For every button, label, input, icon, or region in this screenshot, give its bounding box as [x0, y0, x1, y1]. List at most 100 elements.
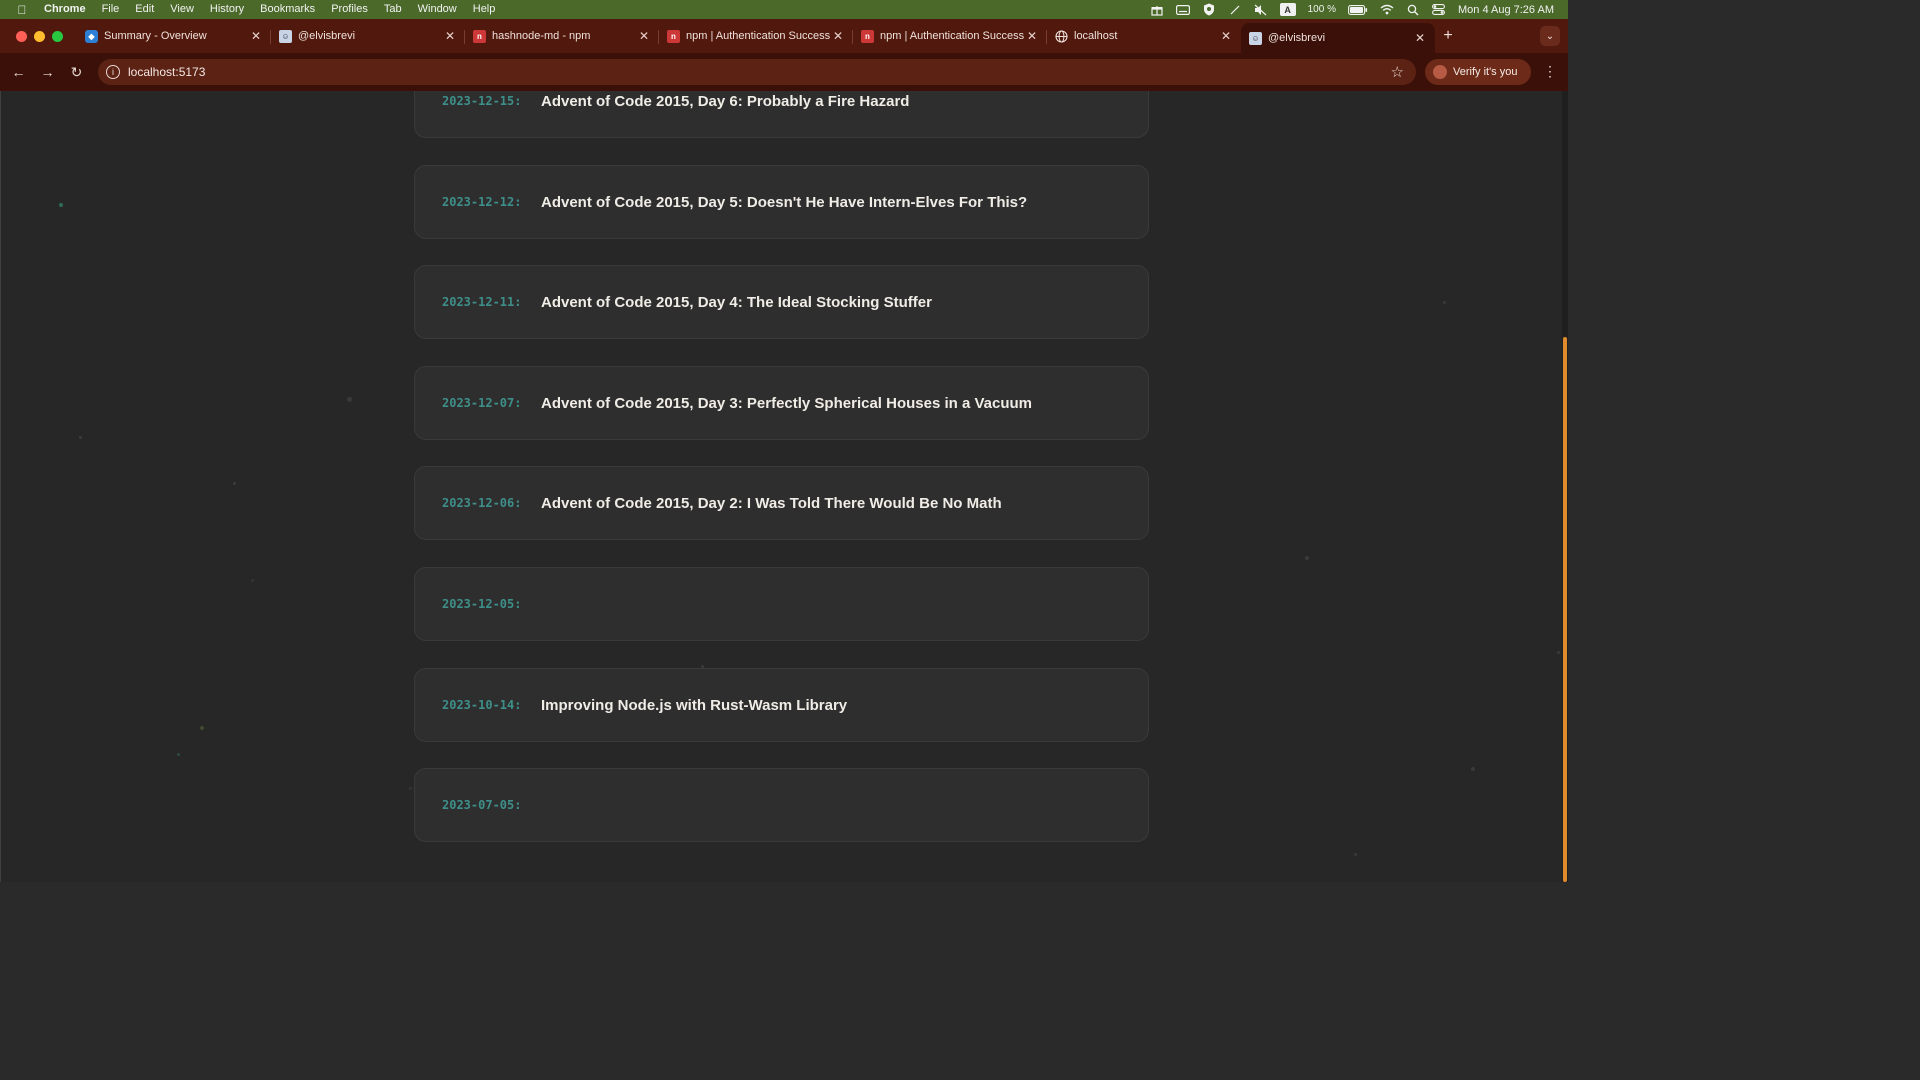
close-tab-icon[interactable]: ✕ — [443, 29, 457, 43]
post-title[interactable]: Advent of Code 2015, Day 2: I Was Told T… — [541, 495, 1002, 512]
menu-app-name[interactable]: Chrome — [44, 0, 94, 19]
particle-dot — [347, 397, 352, 402]
post-card[interactable]: 2023-12-12: Advent of Code 2015, Day 5: … — [414, 165, 1149, 239]
npm-icon: n — [861, 29, 874, 43]
close-tab-icon[interactable]: ✕ — [1219, 29, 1233, 43]
input-source-icon[interactable]: A — [1279, 3, 1296, 16]
tab-search-chevron-icon[interactable]: ⌄ — [1540, 26, 1560, 46]
macos-menubar:  Chrome File Edit View History Bookmark… — [0, 0, 1568, 19]
tabs: ◆ Summary - Overview ✕ ☺ @elvisbrevi ✕ n… — [77, 19, 1461, 53]
post-title[interactable]: Advent of Code 2015, Day 4: The Ideal St… — [541, 294, 932, 311]
particle-dot — [59, 203, 63, 207]
globe-icon — [1055, 29, 1068, 43]
post-card[interactable]: 2023-12-07: Advent of Code 2015, Day 3: … — [414, 366, 1149, 440]
reload-icon[interactable]: ↻ — [62, 64, 91, 81]
post-date: 2023-12-06: — [442, 496, 522, 510]
post-title[interactable]: Advent of Code 2015, Day 6: Probably a F… — [541, 93, 909, 110]
npm-icon: n — [473, 29, 486, 43]
menu-view[interactable]: View — [162, 0, 202, 19]
menu-bookmarks[interactable]: Bookmarks — [252, 0, 323, 19]
post-title[interactable]: Advent of Code 2015, Day 3: Perfectly Sp… — [541, 395, 1032, 412]
tab-elvisbrevi[interactable]: ☺ @elvisbrevi ✕ — [271, 22, 465, 50]
tab-title: Summary - Overview — [104, 30, 207, 42]
menu-file[interactable]: File — [94, 0, 128, 19]
spotlight-search-icon[interactable] — [1406, 4, 1420, 16]
tab-npm-auth-success-2[interactable]: n npm | Authentication Success ✕ — [853, 22, 1047, 50]
close-window-button[interactable] — [16, 30, 27, 42]
particle-dot — [251, 579, 254, 582]
particle-dot — [177, 753, 180, 756]
wifi-icon[interactable] — [1380, 4, 1394, 16]
close-tab-icon[interactable]: ✕ — [1025, 29, 1039, 43]
page-content: 2023-12-15: Advent of Code 2015, Day 6: … — [0, 91, 1562, 882]
post-title[interactable]: Improving Node.js with Rust-Wasm Library — [541, 697, 847, 714]
site-info-icon[interactable]: i — [106, 65, 120, 79]
avatar-icon: ☺ — [1249, 31, 1262, 45]
status-icons: A 100 % Mon 4 Aug 7:26 AM — [1150, 3, 1568, 16]
menu-tab[interactable]: Tab — [376, 0, 410, 19]
menu-window[interactable]: Window — [410, 0, 465, 19]
particle-dot — [1305, 556, 1309, 560]
particle-dot — [1471, 767, 1475, 771]
post-card[interactable]: 2023-07-05: — [414, 768, 1149, 842]
menu-edit[interactable]: Edit — [127, 0, 162, 19]
post-card[interactable]: 2023-12-15: Advent of Code 2015, Day 6: … — [414, 91, 1149, 138]
verify-label: Verify it's you — [1453, 66, 1518, 78]
minimize-window-button[interactable] — [34, 30, 45, 42]
close-tab-icon[interactable]: ✕ — [831, 29, 845, 43]
zoom-window-button[interactable] — [52, 30, 63, 42]
more-menu-icon[interactable]: ⋮ — [1543, 63, 1557, 80]
menu-profiles[interactable]: Profiles — [323, 0, 376, 19]
battery-icon[interactable] — [1348, 4, 1368, 16]
post-card[interactable]: 2023-12-06: Advent of Code 2015, Day 2: … — [414, 466, 1149, 540]
tab-npm-auth-success-1[interactable]: n npm | Authentication Success ✕ — [659, 22, 853, 50]
npm-icon: n — [667, 29, 680, 43]
tab-title: localhost — [1074, 30, 1118, 42]
tab-title: npm | Authentication Success — [686, 30, 831, 42]
battery-percent: 100 % — [1307, 4, 1336, 15]
tab-elvisbrevi-active[interactable]: ☺ @elvisbrevi ✕ — [1241, 23, 1435, 53]
keyboard-icon[interactable] — [1175, 4, 1190, 16]
particle-dot — [1557, 651, 1560, 654]
mute-icon[interactable] — [1254, 4, 1268, 16]
post-card[interactable]: 2023-12-11: Advent of Code 2015, Day 4: … — [414, 265, 1149, 339]
particle-dot — [233, 482, 236, 485]
pen-icon[interactable] — [1228, 4, 1242, 16]
address-bar[interactable]: i localhost:5173 ☆ — [98, 59, 1416, 85]
back-arrow-icon[interactable]: ← — [4, 64, 33, 80]
tab-localhost[interactable]: localhost ✕ — [1047, 22, 1241, 50]
menu-help[interactable]: Help — [465, 0, 504, 19]
particle-dot — [409, 787, 412, 790]
scrollbar-thumb[interactable] — [1563, 337, 1567, 882]
close-tab-icon[interactable]: ✕ — [249, 29, 263, 43]
window-controls — [0, 19, 77, 53]
tab-title: @elvisbrevi — [1268, 32, 1326, 44]
close-tab-icon[interactable]: ✕ — [1413, 31, 1427, 45]
apple-menu-icon[interactable]:  — [0, 3, 44, 17]
gift-icon[interactable] — [1150, 4, 1164, 16]
post-date: 2023-12-07: — [442, 396, 522, 410]
control-center-icon[interactable] — [1432, 4, 1446, 16]
verify-profile-button[interactable]: Verify it's you — [1425, 59, 1531, 85]
azure-devops-icon: ◆ — [85, 29, 98, 43]
post-card[interactable]: 2023-10-14: Improving Node.js with Rust-… — [414, 668, 1149, 742]
clock[interactable]: Mon 4 Aug 7:26 AM — [1458, 4, 1554, 16]
shield-icon[interactable] — [1202, 3, 1216, 16]
post-title[interactable]: Advent of Code 2015, Day 5: Doesn't He H… — [541, 194, 1027, 211]
post-date: 2023-12-15: — [442, 94, 522, 108]
menu-history[interactable]: History — [202, 0, 252, 19]
post-date: 2023-10-14: — [442, 698, 522, 712]
browser-toolbar: ← → ↻ i localhost:5173 ☆ Verify it's you… — [0, 53, 1568, 91]
url-text[interactable]: localhost:5173 — [128, 65, 205, 79]
post-date: 2023-12-05: — [442, 597, 522, 611]
close-tab-icon[interactable]: ✕ — [637, 29, 651, 43]
bookmark-star-icon[interactable]: ☆ — [1391, 63, 1404, 81]
tab-summary-overview[interactable]: ◆ Summary - Overview ✕ — [77, 22, 271, 50]
post-card[interactable]: 2023-12-05: — [414, 567, 1149, 641]
forward-arrow-icon[interactable]: → — [33, 64, 62, 80]
avatar-icon: ☺ — [279, 29, 292, 43]
post-date: 2023-12-12: — [442, 195, 522, 209]
new-tab-button[interactable]: + — [1435, 27, 1461, 45]
tab-hashnode-md-npm[interactable]: n hashnode-md - npm ✕ — [465, 22, 659, 50]
particle-dot — [1354, 853, 1357, 856]
